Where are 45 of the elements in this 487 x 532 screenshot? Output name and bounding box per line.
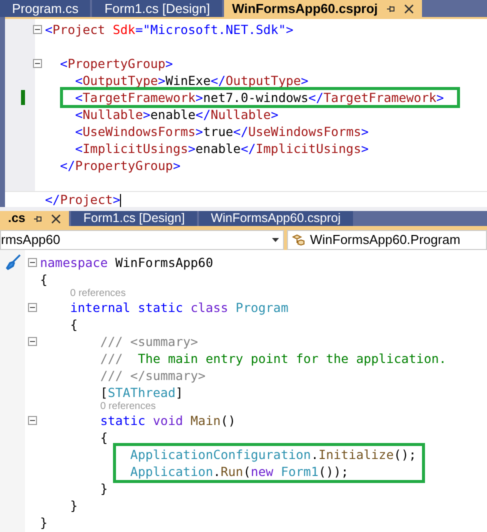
code-line: <ImplicitUsings>enable</ImplicitUsings> [74,140,369,157]
code-line: { [99,429,108,446]
code-line: <TargetFramework>net7.0-windows</TargetFramework> [74,89,444,106]
document-tab[interactable]: Form1.cs [Design] [71,211,197,226]
code-line: /// </summary> [99,367,206,384]
caret-icon [272,238,279,242]
code-line: } [69,497,78,514]
brush-icon[interactable] [5,254,21,270]
code-line: namespace WinFormsApp60 [40,254,214,271]
code-line: </PropertyGroup> [59,157,180,174]
collapse-icon[interactable] [28,303,37,312]
pin-icon[interactable] [386,4,396,14]
code-line: <UseWindowsForms>true</UseWindowsForms> [74,123,369,140]
document-tab[interactable]: WinFormsApp60.csproj [224,0,422,17]
code-line: static void Main() [99,412,236,429]
code-line: /// <summary> [99,333,198,350]
class-icon [292,234,306,246]
project-dropdown[interactable]: rmsApp60 [0,230,284,250]
close-icon[interactable] [51,214,62,224]
member-dropdown[interactable]: WinFormsApp60.Program [287,230,487,250]
collapse-icon[interactable] [33,59,42,68]
code-line: ApplicationConfiguration.Initialize(); [129,446,416,463]
document-tab[interactable]: Form1.cs [Design] [92,0,222,17]
code-line: <OutputType>WinExe</OutputType> [74,72,308,89]
code-line: { [40,271,48,288]
code-line: <Project Sdk="Microsoft.NET.Sdk"> [45,21,294,38]
close-icon[interactable] [404,4,414,14]
code-line: internal static class Program [69,299,288,316]
pin-icon[interactable] [33,214,44,224]
code-line: } [99,480,108,497]
document-tab[interactable]: WinFormsApp60.csproj [198,211,353,226]
code-line: </Project> [45,191,122,207]
code-line: [STAThread] [99,384,183,401]
collapse-icon[interactable] [28,258,37,267]
code-line: <Nullable>enable</Nullable> [74,106,278,123]
collapse-icon[interactable] [33,25,42,34]
code-line: } [40,514,48,531]
document-tab[interactable]: .cs [0,211,70,226]
code-line: { [69,316,78,333]
code-line: /// The main entry point for the application. [99,350,446,367]
collapse-icon[interactable] [28,337,37,346]
document-tab[interactable]: Program.cs [0,0,90,17]
collapse-icon[interactable] [28,416,37,425]
code-line: Application.Run(new Form1()); [129,463,349,480]
code-line: <PropertyGroup> [59,55,173,72]
